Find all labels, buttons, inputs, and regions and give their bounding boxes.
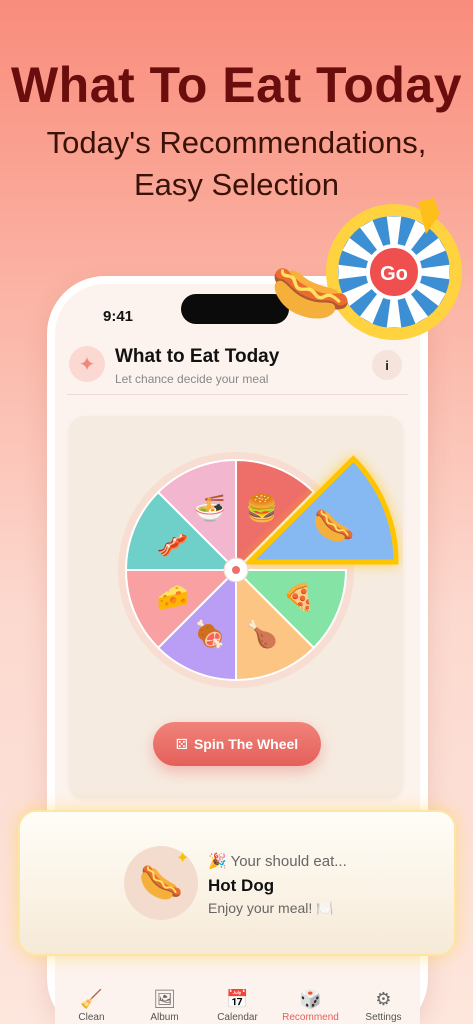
header-divider xyxy=(67,394,408,395)
wheel-food-cheese-icon: 🧀 xyxy=(157,582,189,612)
tab-album[interactable]: 🖼 Album xyxy=(135,988,195,1023)
broom-icon: 🧹 xyxy=(80,989,103,1009)
tab-label: Settings xyxy=(365,1012,402,1023)
status-time: 9:41 xyxy=(103,308,134,325)
tab-label: Album xyxy=(150,1012,179,1023)
tab-calendar[interactable]: 📅 Calendar xyxy=(208,988,268,1023)
dice-icon: 🎲 xyxy=(299,989,322,1009)
calendar-icon: 📅 xyxy=(226,989,249,1009)
page-subtitle: Let chance decide your meal xyxy=(115,372,269,386)
tab-bar: 🧹 Clean 🖼 Album 📅 Calendar 🎲 Recommend ⚙ Settings xyxy=(55,984,420,1024)
wheel-food-bacon-icon: 🥓 xyxy=(157,530,189,560)
spinner-go-label: Go xyxy=(380,263,408,285)
wheel-food-pizza-icon: 🍕 xyxy=(283,582,315,612)
info-icon[interactable]: i xyxy=(372,350,402,380)
wheel-food-drumstick-icon: 🍗 xyxy=(246,619,278,649)
tab-label: Recommend xyxy=(282,1012,339,1023)
result-enjoy: Enjoy your meal! 🍽️ xyxy=(208,900,334,916)
result-prefix: 🎉 Your should eat... xyxy=(208,853,347,870)
wheel-food-burger-icon: 🍔 xyxy=(246,493,278,523)
promo-headline: What To Eat Today xyxy=(10,57,463,113)
spin-wheel-button[interactable]: ⚄ Spin The Wheel xyxy=(153,722,321,766)
wheel-food-meat-on-bone-icon: 🍖 xyxy=(194,618,226,651)
tab-settings[interactable]: ⚙ Settings xyxy=(354,988,414,1023)
wheel-food-noodles-icon: 🍜 xyxy=(194,493,226,523)
result-food-name: Hot Dog xyxy=(208,876,275,895)
tab-label: Clean xyxy=(78,1012,105,1023)
sparkle-icon: ✦ xyxy=(69,346,105,382)
sparkle-icon: ✦ xyxy=(176,850,190,867)
result-card: 🌭 ✦ 🎉 Your should eat... Hot Dog Enjoy y… xyxy=(18,810,456,956)
wheel-hub-dot xyxy=(232,566,240,574)
album-icon: 🖼 xyxy=(153,989,176,1009)
wheel-food-hot-dog-icon: 🌭 xyxy=(312,507,354,545)
promo-subline-1: Today's Recommendations, xyxy=(46,125,427,160)
tab-clean[interactable]: 🧹 Clean xyxy=(62,988,122,1023)
gear-icon: ⚙ xyxy=(375,989,392,1009)
food-wheel[interactable]: 🍔 🌭 🍕🍗 🍖🧀 🥓🍜 xyxy=(69,416,403,716)
page-title: What to Eat Today xyxy=(115,346,280,367)
tab-label: Calendar xyxy=(217,1012,258,1023)
spin-wheel-label: Spin The Wheel xyxy=(193,736,299,752)
tab-recommend[interactable]: 🎲 Recommend xyxy=(281,988,341,1023)
wheel-card: 🍔 🌭 🍕 🍗 🍖 🧀 🥓 🍜 ⚄ Spin The Wheel xyxy=(69,416,403,798)
dice-icon: ⚄ xyxy=(175,735,188,752)
